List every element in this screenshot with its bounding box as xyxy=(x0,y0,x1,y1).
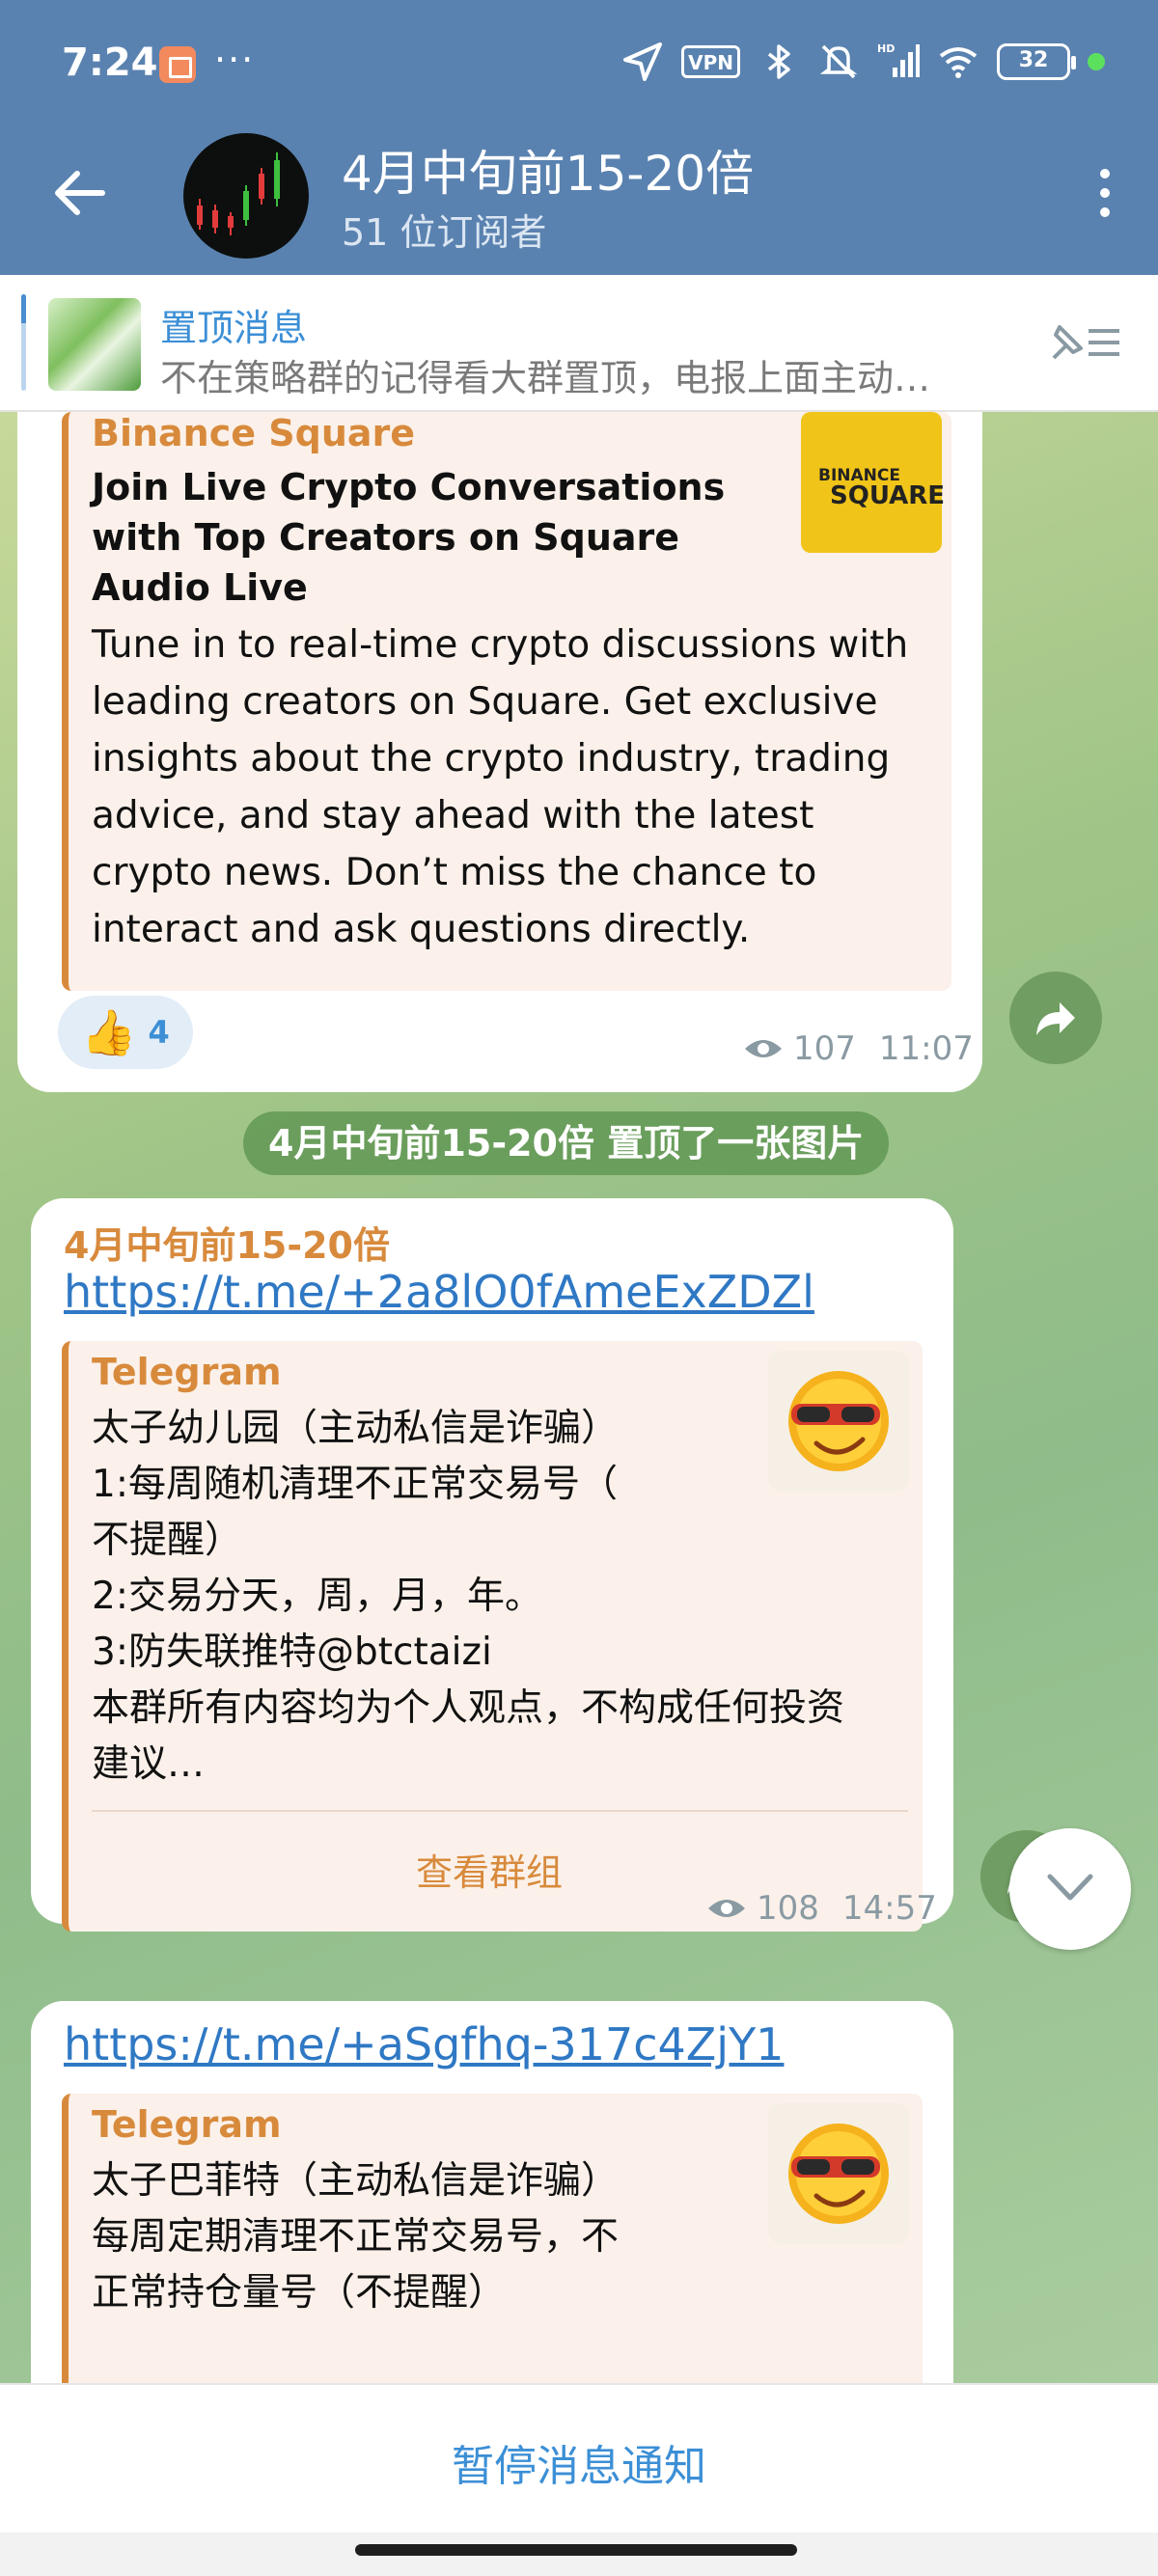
preview-line: 2:交易分天，周，月，年。 xyxy=(92,1575,542,1618)
home-gesture-bar[interactable] xyxy=(355,2544,797,2556)
status-icons: VPN HD 32 xyxy=(621,41,1105,83)
reaction-chip[interactable]: 👍 4 xyxy=(58,996,193,1069)
message-time: 14:57 xyxy=(841,1889,937,1928)
invite-link[interactable]: https://t.me/+aSgfhq-317c4ZjY1 xyxy=(64,2018,784,2070)
mute-notifications-button[interactable]: 暂停消息通知 xyxy=(0,2431,1158,2493)
wifi-icon xyxy=(937,41,979,83)
preview-line: 不提醒） xyxy=(92,1519,243,1562)
pinned-indicator xyxy=(21,294,26,391)
message-bubble[interactable]: https://t.me/+aSgfhq-317c4ZjY1 Telegram … xyxy=(31,2001,953,2383)
preview-description: Tune in to real-time crypto discussions … xyxy=(92,623,909,951)
views-icon xyxy=(745,1040,782,1057)
muted-bell-icon xyxy=(817,41,860,83)
svg-text:HD: HD xyxy=(877,42,895,55)
message-bubble[interactable]: Binance Square Join Live Crypto Conversa… xyxy=(17,412,982,1092)
preview-line: 1:每周随机清理不正常交易号（ xyxy=(92,1463,618,1506)
message-bubble[interactable]: 4月中旬前15-20倍 https://t.me/+2a8lO0fAmeExZD… xyxy=(31,1198,953,1932)
vpn-icon: VPN xyxy=(681,45,740,78)
logo-text-square: SQUARE xyxy=(830,481,946,510)
channel-title[interactable]: 4月中旬前15-20倍 xyxy=(342,135,754,205)
preview-site-name: Binance Square xyxy=(92,412,416,454)
app-header: 7:24 ··· VPN HD 32 4月中旬前15-20倍 51 位订阅者 xyxy=(0,0,1158,275)
message-time: 11:07 xyxy=(878,1029,974,1068)
scroll-to-bottom-button[interactable] xyxy=(1009,1828,1131,1950)
bottom-action-bar: 暂停消息通知 xyxy=(0,2383,1158,2533)
pinned-text: 不在策略群的记得看大群置顶，电报上面主动… xyxy=(160,357,931,399)
preview-line: 太子幼儿园（主动私信是诈骗） xyxy=(92,1407,620,1450)
message-meta: 108 14:57 xyxy=(706,1889,937,1928)
share-icon xyxy=(1036,1002,1075,1035)
reaction-count: 4 xyxy=(148,1014,170,1051)
chevron-down-icon xyxy=(1047,1874,1093,1901)
binance-square-logo: BINANCE SQUARE xyxy=(801,412,946,553)
invite-link[interactable]: https://t.me/+2a8lO0fAmeExZDZl xyxy=(64,1266,814,1318)
service-message: 4月中旬前15-20倍 置顶了一张图片 xyxy=(243,1111,890,1175)
preview-line: 每周定期清理不正常交易号，不 xyxy=(92,2215,620,2259)
view-group-button[interactable]: 查看群组 xyxy=(416,1843,563,1896)
gesture-area xyxy=(0,2533,1158,2576)
battery-icon: 32 xyxy=(997,43,1076,80)
subscriber-count: 51 位订阅者 xyxy=(342,211,547,254)
preview-line: 建议… xyxy=(92,1742,206,1786)
views-count: 107 xyxy=(793,1029,856,1068)
preview-site-name: Telegram xyxy=(92,2103,282,2146)
link-preview[interactable]: Binance Square Join Live Crypto Conversa… xyxy=(62,412,951,991)
chat-area[interactable]: Binance Square Join Live Crypto Conversa… xyxy=(0,412,1158,2383)
sun-emoji-thumbnail xyxy=(768,2103,909,2244)
preview-site-name: Telegram xyxy=(92,1351,282,1393)
preview-title: Join Live Crypto Conversations with Top … xyxy=(92,466,726,609)
views-count: 108 xyxy=(757,1889,819,1928)
notification-app-icon xyxy=(159,46,196,83)
channel-avatar[interactable] xyxy=(183,133,309,259)
bluetooth-icon xyxy=(758,41,800,83)
pinned-message-bar[interactable]: 置顶消息 不在策略群的记得看大群置顶，电报上面主动… xyxy=(0,275,1158,412)
status-time: 7:24 xyxy=(62,41,158,85)
privacy-indicator-dot xyxy=(1088,53,1105,70)
more-menu-button[interactable] xyxy=(1090,164,1119,222)
pinned-title: 置顶消息 xyxy=(160,307,308,349)
status-bar: 7:24 ··· VPN HD 32 xyxy=(0,0,1158,130)
views-icon xyxy=(708,1900,745,1917)
pinned-list-icon[interactable] xyxy=(1046,314,1123,371)
link-preview[interactable]: Telegram 太子巴菲特（主动私信是诈骗） 每周定期清理不正常交易号，不 正… xyxy=(62,2094,923,2383)
share-button[interactable] xyxy=(1009,972,1102,1064)
preview-line: 太子巴菲特（主动私信是诈骗） xyxy=(92,2159,620,2203)
preview-line: 正常持仓量号（不提醒） xyxy=(92,2271,507,2315)
more-notifications-icon: ··· xyxy=(214,39,256,81)
pinned-thumbnail xyxy=(48,298,141,391)
preview-line: 3:防失联推特@btctaizi xyxy=(92,1631,492,1674)
thumbs-up-emoji: 👍 xyxy=(81,1005,137,1058)
message-meta: 107 11:07 xyxy=(743,1029,974,1068)
sun-emoji-thumbnail xyxy=(768,1351,909,1492)
location-icon xyxy=(621,41,664,83)
back-button[interactable] xyxy=(50,164,108,222)
preview-line: 本群所有内容均为个人观点，不构成任何投资 xyxy=(92,1686,845,1730)
link-preview[interactable]: Telegram 太子幼儿园（主动私信是诈骗） 1:每周随机清理不正常交易号（ … xyxy=(62,1341,923,1932)
preview-divider xyxy=(92,1810,908,1812)
message-author: 4月中旬前15-20倍 xyxy=(64,1224,390,1267)
signal-icon: HD xyxy=(877,41,920,83)
